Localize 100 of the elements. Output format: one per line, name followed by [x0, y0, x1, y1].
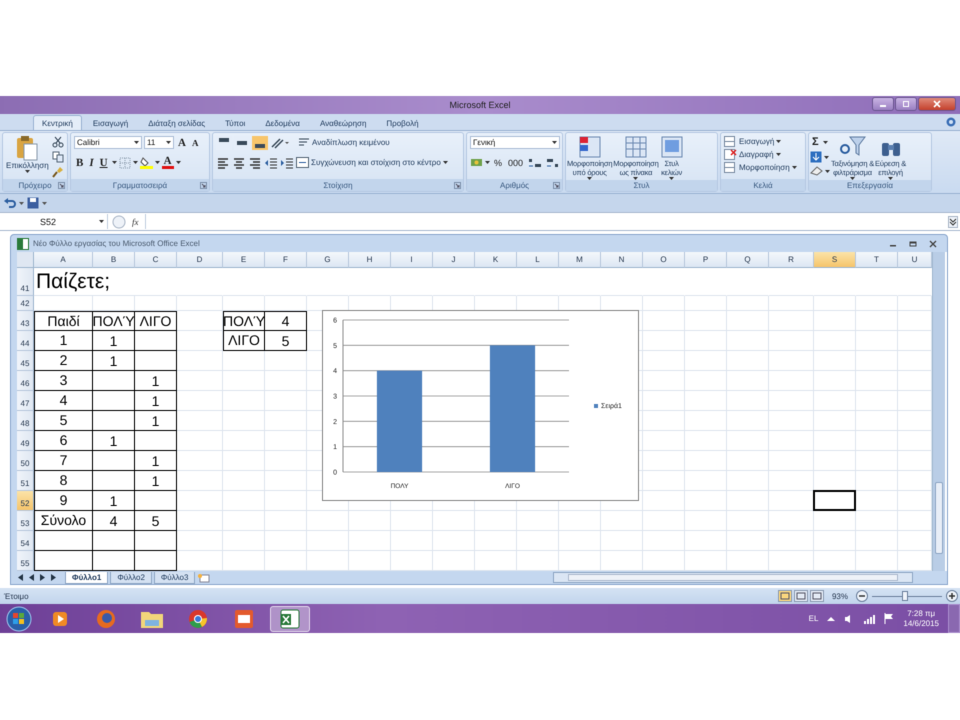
help-icon[interactable] — [946, 117, 956, 127]
align-center-icon[interactable] — [232, 156, 246, 168]
column-header[interactable]: O — [643, 252, 685, 268]
ribbon-tab[interactable]: Τύποι — [216, 115, 254, 130]
sheet-tab[interactable]: Φύλλο1 — [65, 572, 108, 584]
zoom-slider-thumb[interactable] — [902, 590, 908, 600]
row-header[interactable]: 45 — [17, 351, 34, 371]
column-header[interactable]: S — [814, 252, 856, 268]
row-header[interactable]: 44 — [17, 331, 34, 351]
column-header[interactable]: H — [349, 252, 391, 268]
dialog-launcher-icon[interactable] — [553, 182, 560, 189]
ribbon-tab[interactable]: Δεδομένα — [256, 115, 309, 130]
bold-button[interactable]: B — [74, 156, 86, 168]
language-indicator[interactable]: EL — [808, 614, 818, 623]
column-header[interactable]: J — [433, 252, 475, 268]
cells-button[interactable]: Μορφοποίηση — [724, 162, 797, 173]
increase-decimal-icon[interactable] — [527, 156, 544, 168]
name-box[interactable]: S52 — [0, 214, 108, 229]
font-color-button[interactable]: A — [162, 156, 174, 169]
row-header[interactable]: 47 — [17, 391, 34, 411]
increase-indent-icon[interactable] — [280, 156, 294, 168]
ribbon-tab[interactable]: Εισαγωγή — [84, 115, 138, 130]
column-header[interactable]: C — [135, 252, 177, 268]
grow-font-button[interactable]: A — [176, 136, 188, 148]
column-header[interactable]: T — [856, 252, 898, 268]
eraser-icon[interactable] — [810, 166, 823, 176]
thousands-separator-button[interactable]: 000 — [506, 158, 526, 168]
wrap-text-button[interactable]: Αναδίπλωση κειμένου — [298, 137, 390, 148]
taskbar-app[interactable] — [270, 606, 310, 632]
row-header[interactable]: 43 — [17, 311, 34, 331]
restore-button[interactable] — [895, 97, 917, 111]
dialog-launcher-icon[interactable] — [58, 182, 65, 189]
fill-down-icon[interactable] — [810, 151, 822, 163]
row-header[interactable]: 46 — [17, 371, 34, 391]
ribbon-tab[interactable]: Προβολή — [377, 115, 428, 130]
number-format-dropdown[interactable]: Γενική — [470, 136, 560, 149]
view-mode-icon[interactable] — [810, 590, 824, 602]
show-hidden-icons-icon[interactable] — [827, 616, 836, 622]
row-header[interactable]: 48 — [17, 411, 34, 431]
italic-button[interactable]: I — [87, 156, 96, 168]
ribbon-tab[interactable]: Κεντρική — [33, 115, 82, 130]
align-right-icon[interactable] — [248, 156, 262, 168]
close-button[interactable] — [918, 97, 956, 111]
clock-time[interactable]: 7:28 πμ — [907, 608, 936, 618]
paste-button[interactable]: Επικόλληση — [6, 135, 49, 173]
column-header[interactable]: U — [898, 252, 932, 268]
row-header[interactable]: 53 — [17, 511, 34, 531]
zoom-in-icon[interactable] — [946, 590, 958, 602]
currency-icon[interactable] — [470, 156, 483, 168]
fill-color-icon[interactable] — [140, 156, 153, 169]
row-header[interactable]: 51 — [17, 471, 34, 491]
expand-icon[interactable] — [948, 216, 958, 228]
row-header[interactable]: 49 — [17, 431, 34, 451]
column-header[interactable]: M — [559, 252, 601, 268]
horizontal-scrollbar[interactable] — [553, 572, 914, 583]
row-header[interactable]: 50 — [17, 451, 34, 471]
close-icon[interactable] — [929, 240, 937, 248]
vertical-align-icon[interactable] — [252, 136, 268, 150]
cells-button[interactable]: Διαγραφή — [724, 149, 797, 160]
decrease-indent-icon[interactable] — [264, 156, 278, 168]
zoom-out-icon[interactable] — [856, 590, 868, 602]
minimize-button[interactable] — [872, 97, 894, 111]
column-header[interactable]: I — [391, 252, 433, 268]
row-header[interactable]: 55 — [17, 551, 34, 571]
copy-icon[interactable] — [52, 151, 64, 163]
dialog-launcher-icon[interactable] — [454, 182, 461, 189]
flag-icon[interactable] — [884, 613, 894, 624]
autosum-button[interactable]: Σ — [810, 136, 821, 148]
column-header[interactable]: B — [93, 252, 135, 268]
clock-date[interactable]: 14/6/2015 — [903, 618, 939, 628]
insert-sheet-icon[interactable] — [197, 572, 212, 582]
vertical-scrollbar[interactable] — [932, 252, 945, 571]
column-header[interactable]: P — [685, 252, 727, 268]
sheet-tab[interactable]: Φύλλο3 — [154, 572, 196, 584]
merge-center-button[interactable]: Συγχώνευση και στοίχιση στο κέντρο — [296, 157, 448, 168]
view-mode-icon[interactable] — [794, 590, 808, 602]
column-header[interactable]: Q — [727, 252, 769, 268]
dialog-launcher-icon[interactable] — [200, 182, 207, 189]
save-icon[interactable] — [27, 197, 39, 209]
view-mode-icon[interactable] — [778, 590, 792, 602]
column-header[interactable]: K — [475, 252, 517, 268]
column-header[interactable]: L — [517, 252, 559, 268]
insert-function-button[interactable]: fx — [130, 216, 140, 226]
column-header[interactable]: R — [769, 252, 814, 268]
sheet-tab[interactable]: Φύλλο2 — [110, 572, 152, 584]
row-header[interactable]: 54 — [17, 531, 34, 551]
font-name-dropdown[interactable]: Calibri — [74, 136, 142, 149]
ribbon-tab[interactable]: Διάταξη σελίδας — [139, 115, 214, 130]
percent-button[interactable]: % — [492, 158, 504, 168]
column-header[interactable]: N — [601, 252, 643, 268]
cells-button[interactable]: Εισαγωγή — [724, 136, 797, 147]
column-header[interactable]: G — [307, 252, 349, 268]
ribbon-tab[interactable]: Αναθεώρηση — [310, 115, 376, 130]
row-header[interactable]: 52 — [17, 491, 34, 511]
undo-icon[interactable] — [4, 197, 16, 209]
column-header[interactable]: F — [265, 252, 307, 268]
row-header[interactable]: 42 — [17, 296, 34, 311]
brush-icon[interactable] — [52, 166, 64, 178]
align-left-icon[interactable] — [216, 156, 230, 168]
column-header[interactable]: E — [223, 252, 265, 268]
